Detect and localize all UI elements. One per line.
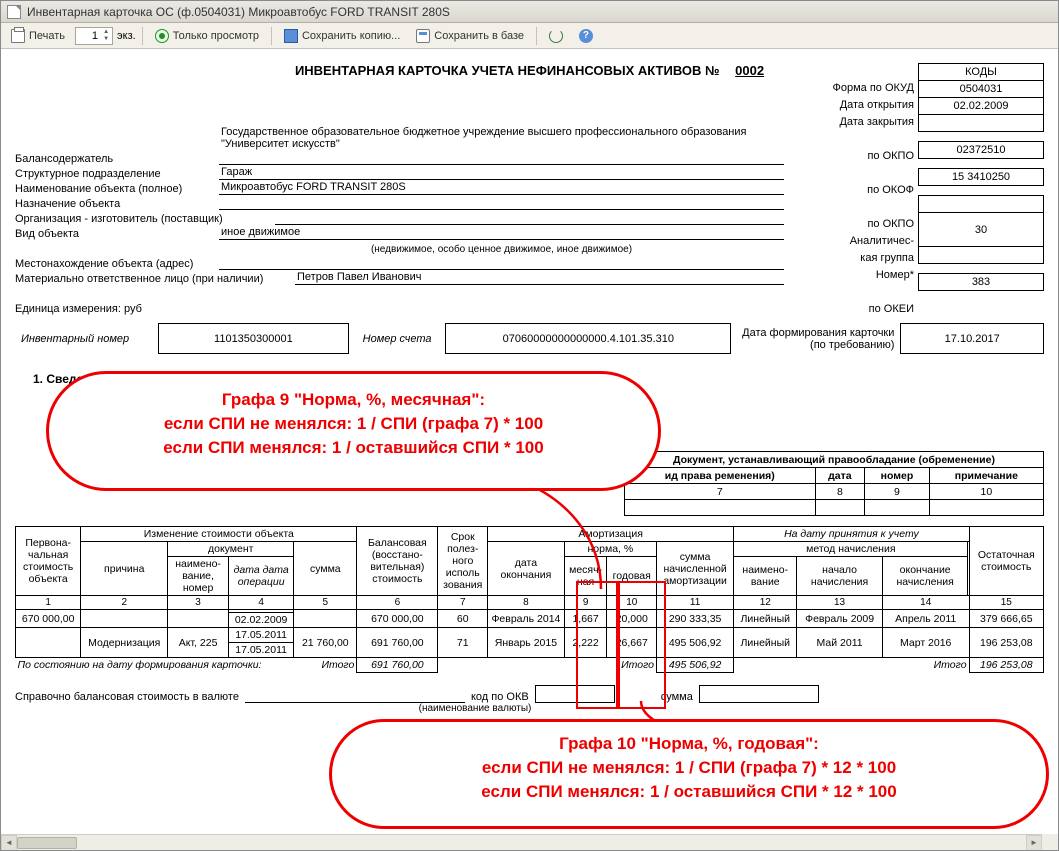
table-row: 670 000,00670 000,0060Февраль 20141,6672… — [16, 610, 1044, 613]
balance-holder-label: Балансодержатель — [15, 153, 219, 165]
info-row: Инвентарный номер 1101350300001 Номер сч… — [15, 323, 1044, 354]
refresh-icon — [549, 29, 563, 43]
purpose-label: Назначение объекта — [15, 198, 219, 210]
annotation-callout-1: Графа 9 "Норма, %, месячная": если СПИ н… — [46, 371, 661, 491]
unit-label: Структурное подразделение — [15, 168, 219, 180]
document-number: 0002 — [735, 63, 764, 78]
annotation-callout-2: Графа 10 "Норма, %, годовая": если СПИ н… — [329, 719, 1049, 829]
amortization-table: Первона- чальная стоимость объекта Измен… — [15, 526, 1044, 673]
separator — [536, 27, 537, 45]
eye-icon — [155, 29, 169, 43]
copies-input[interactable] — [76, 30, 100, 42]
code-okud: 0504031 — [919, 81, 1044, 98]
currency-hint: (наименование валюты) — [255, 703, 695, 714]
measure-label: Единица измерения: руб — [15, 303, 219, 315]
scrollbar-corner — [1042, 834, 1058, 850]
code-open-date: 02.02.2009 — [919, 98, 1044, 115]
manufacturer-label: Организация - изготовитель (поставщик) — [15, 213, 275, 225]
kind-hint: (недвижимое, особо ценное движимое, иное… — [219, 244, 784, 255]
document-icon — [7, 5, 21, 19]
sum-box — [699, 685, 819, 703]
scroll-left-icon[interactable]: ◄ — [1, 835, 17, 851]
window-title: Инвентарная карточка ОС (ф.0504031) Микр… — [27, 5, 450, 19]
docs-header: Документ, устанавливающий правообладание… — [625, 452, 1044, 468]
preview-button[interactable]: Только просмотр — [149, 26, 265, 46]
object-label: Наименование объекта (полное) — [15, 183, 219, 195]
save-copy-button[interactable]: Сохранить копию... — [278, 26, 406, 46]
help-button[interactable]: ? — [573, 26, 599, 46]
spinner-up-icon[interactable]: ▲ — [100, 29, 112, 36]
form-date-value: 17.10.2017 — [901, 324, 1044, 354]
floppy-icon — [284, 29, 298, 43]
title-bar: Инвентарная карточка ОС (ф.0504031) Микр… — [1, 1, 1058, 23]
manufacturer-value — [275, 211, 784, 225]
balance-holder-value: Государственное образовательное бюджетно… — [219, 126, 784, 150]
save-db-button[interactable]: Сохранить в базе — [410, 26, 530, 46]
object-value: Микроавтобус FORD TRANSIT 280S — [219, 181, 784, 195]
inv-num-label: Инвентарный номер — [15, 324, 158, 354]
copies-suffix: экз. — [117, 30, 136, 42]
location-label: Местонахождение объекта (адрес) — [15, 258, 219, 270]
separator — [271, 27, 272, 45]
kind-value: иное движимое — [219, 226, 784, 240]
okv-box — [535, 685, 615, 703]
horizontal-scrollbar[interactable]: ◄ ► — [1, 834, 1042, 850]
form-date-label: Дата формирования карточки (по требовани… — [731, 324, 901, 354]
responsible-label: Материально ответственное лицо (при нали… — [15, 273, 295, 285]
refresh-button[interactable] — [543, 26, 569, 46]
account-value: 07060000000000000.4.101.35.310 — [446, 324, 731, 354]
table-row: МодернизацияАкт, 22517.05.201121 760,006… — [16, 628, 1044, 643]
app-window: Инвентарная карточка ОС (ф.0504031) Микр… — [0, 0, 1059, 851]
inv-num-value: 1101350300001 — [158, 324, 348, 354]
separator — [142, 27, 143, 45]
copies-spinner[interactable]: ▲ ▼ — [75, 27, 113, 45]
scrollbar-thumb[interactable] — [17, 837, 77, 849]
purpose-value — [219, 196, 784, 210]
print-button[interactable]: Печать — [5, 26, 71, 46]
responsible-value: Петров Павел Иванович — [295, 271, 784, 285]
toolbar: Печать ▲ ▼ экз. Только просмотр Сохранит… — [1, 23, 1058, 49]
printer-icon — [11, 29, 25, 43]
unit-value: Гараж — [219, 166, 784, 180]
scroll-right-icon[interactable]: ► — [1026, 835, 1042, 851]
help-icon: ? — [579, 29, 593, 43]
ownership-docs-panel: Документ, устанавливающий правообладание… — [624, 445, 1044, 516]
database-icon — [416, 29, 430, 43]
spinner-down-icon[interactable]: ▼ — [100, 36, 112, 43]
account-label: Номер счета — [348, 324, 445, 354]
location-value — [219, 256, 784, 270]
kind-label: Вид объекта — [15, 228, 219, 240]
codes-header: КОДЫ — [919, 64, 1044, 81]
currency-footer: Справочно балансовая стоимость в валюте … — [15, 685, 1044, 703]
